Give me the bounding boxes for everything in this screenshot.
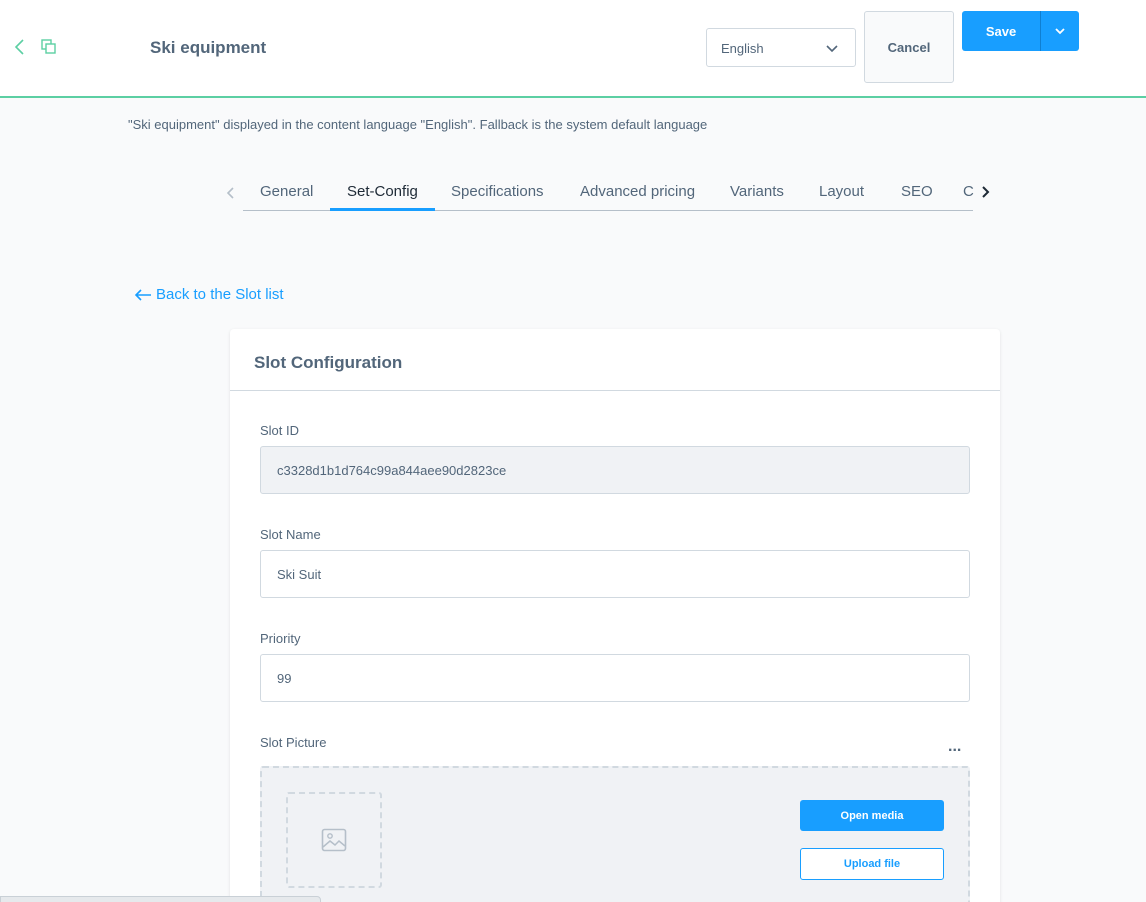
tabs-scroll-right-icon[interactable] [979, 185, 991, 199]
arrow-left-icon [134, 288, 151, 301]
chevron-down-icon [1055, 28, 1065, 35]
slot-name-label: Slot Name [260, 527, 321, 542]
slot-id-field: c3328d1b1d764c99a844aee90d2823ce [260, 446, 970, 494]
tab-advanced-pricing[interactable]: Advanced pricing [580, 183, 695, 200]
upload-file-button[interactable]: Upload file [800, 848, 944, 880]
tab-truncated[interactable]: C [963, 183, 974, 200]
image-placeholder-icon [321, 828, 347, 852]
tab-seo[interactable]: SEO [901, 183, 933, 200]
content-language-info: "Ski equipment" displayed in the content… [128, 117, 708, 132]
more-options-button[interactable]: ... [948, 738, 961, 756]
status-bar [0, 896, 321, 902]
tab-set-config[interactable]: Set-Config [347, 183, 418, 200]
slot-picture-label: Slot Picture [260, 735, 327, 750]
media-upload-area[interactable]: Open media Upload file [260, 766, 970, 902]
chevron-left-icon[interactable] [12, 38, 26, 56]
priority-label: Priority [260, 631, 301, 646]
card-title: Slot Configuration [230, 329, 1000, 391]
back-to-slot-list-link[interactable]: Back to the Slot list [134, 286, 284, 303]
tab-layout[interactable]: Layout [819, 183, 864, 200]
priority-field[interactable]: 99 [260, 654, 970, 702]
top-bar: Ski equipment English Cancel Save [0, 0, 1146, 98]
slot-configuration-card: Slot Configuration Slot ID c3328d1b1d764… [230, 329, 1000, 902]
tab-bar: General Set-Config Specifications Advanc… [243, 176, 974, 211]
tab-specifications[interactable]: Specifications [451, 183, 544, 200]
tabs-scroll-left-icon[interactable] [225, 186, 237, 200]
page-title: Ski equipment [150, 38, 267, 57]
slot-id-label: Slot ID [260, 423, 300, 438]
save-options-button[interactable] [1040, 11, 1079, 51]
cancel-button[interactable]: Cancel [864, 11, 954, 83]
slot-name-field[interactable]: Ski Suit [260, 550, 970, 598]
tab-variants[interactable]: Variants [730, 183, 784, 200]
save-button[interactable]: Save [962, 11, 1040, 51]
open-media-button[interactable]: Open media [800, 800, 944, 831]
tab-general[interactable]: General [260, 183, 313, 200]
back-link-label: Back to the Slot list [156, 286, 284, 303]
language-select-value: English [721, 41, 764, 56]
copy-icon[interactable] [40, 38, 58, 56]
chevron-down-icon [826, 45, 838, 53]
language-select[interactable]: English [706, 28, 856, 67]
image-preview [286, 792, 382, 888]
active-tab-indicator [330, 208, 435, 211]
